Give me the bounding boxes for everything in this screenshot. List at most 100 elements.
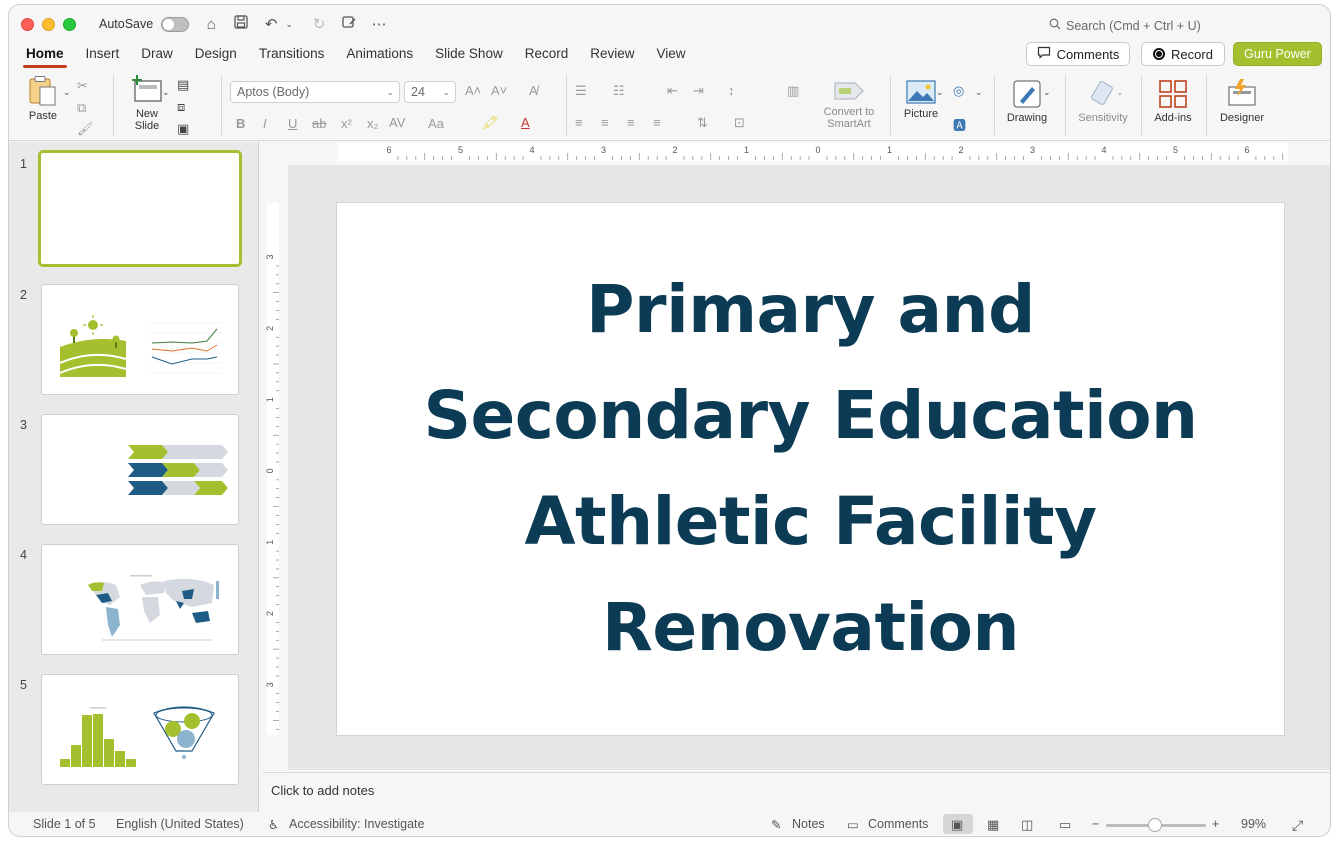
customize-toolbar-icon[interactable] [341,15,357,33]
tab-record[interactable]: Record [520,43,574,69]
layout-icon[interactable]: ▤ [177,77,189,93]
highlight-icon[interactable]: 🖍 [482,115,499,131]
guru-power-button[interactable]: Guru Power [1233,42,1322,66]
bullets-icon[interactable]: ☰ [575,83,587,99]
text-direction-icon[interactable]: ⇅ [697,115,708,131]
close-window-button[interactable] [21,17,34,31]
text-box-icon[interactable]: 🅰 [953,115,966,134]
tab-review[interactable]: Review [585,43,639,69]
undo-dropdown-icon[interactable]: ⌄ [281,19,297,30]
shapes-dropdown-icon[interactable]: ⌄ [975,87,983,98]
slide-thumbnail-1[interactable] [38,150,242,267]
notes-pane[interactable]: Click to add notes [263,772,1330,812]
slide-show-icon[interactable]: ▭ [1059,817,1071,833]
save-icon[interactable] [233,15,249,33]
redo-icon[interactable]: ↻ [311,15,327,33]
superscript-icon[interactable]: x² [341,116,352,131]
slide-title[interactable]: Primary and Secondary Education Athletic… [371,257,1251,681]
align-text-icon[interactable]: ⊡ [734,115,745,131]
sensitivity-dropdown-icon[interactable]: ⌄ [1116,87,1124,98]
align-left-icon[interactable]: ≡ [575,115,583,130]
clear-formatting-icon[interactable]: A̸ [529,83,538,98]
paste-button[interactable]: Paste [23,75,63,122]
tab-animations[interactable]: Animations [341,43,418,69]
slide-thumbnail-3[interactable] [41,414,239,525]
picture-dropdown-icon[interactable]: ⌄ [936,87,944,98]
tab-insert[interactable]: Insert [81,43,125,69]
home-icon[interactable]: ⌂ [203,16,219,33]
tab-slide-show[interactable]: Slide Show [430,43,508,69]
accessibility-status[interactable]: Accessibility: Investigate [289,817,424,831]
slide-counter: Slide 1 of 5 [33,817,96,831]
more-icon[interactable]: ⋯ [371,15,387,33]
comments-toggle[interactable]: Comments [868,817,928,831]
new-slide-button[interactable]: New Slide [125,75,169,132]
zoom-slider-thumb[interactable] [1148,818,1162,832]
new-slide-icon [132,75,162,102]
font-size-select[interactable]: 24 ⌄ [404,81,456,103]
notes-toggle[interactable]: Notes [792,817,825,831]
record-button[interactable]: Record [1141,42,1225,66]
zoom-window-button[interactable] [63,17,76,31]
reading-view-icon[interactable]: ◫ [1021,817,1033,833]
copy-icon[interactable]: ⧉ [77,100,86,116]
slide-sorter-icon[interactable]: ▦ [987,817,999,833]
increase-font-size-icon[interactable]: A˄ [465,83,481,98]
font-color-icon[interactable]: A [521,115,530,130]
paste-dropdown-icon[interactable]: ⌄ [63,87,71,98]
current-slide[interactable]: Primary and Secondary Education Athletic… [337,203,1284,735]
slide-thumbnail-4[interactable] [41,544,239,655]
tab-design[interactable]: Design [190,43,242,69]
numbering-icon[interactable]: ☷ [613,83,625,99]
columns-icon[interactable]: ▥ [787,83,799,99]
accessibility-icon[interactable]: ♿ [268,817,279,832]
line-spacing-icon[interactable]: ↕ [728,83,735,98]
autosave-toggle[interactable] [161,16,190,32]
italic-icon[interactable]: I [263,116,267,131]
decrease-font-size-icon[interactable]: A˅ [491,83,507,98]
drawing-dropdown-icon[interactable]: ⌄ [1043,87,1051,98]
language-indicator[interactable]: English (United States) [116,817,244,831]
subscript-icon[interactable]: x₂ [367,116,379,131]
undo-icon[interactable]: ↶ [263,15,279,33]
add-ins-button[interactable]: Add-ins [1151,79,1195,124]
minimize-window-button[interactable] [42,17,55,31]
fit-to-window-icon[interactable]: ⤢ [1292,817,1303,834]
zoom-level[interactable]: 99% [1241,817,1266,831]
tab-view[interactable]: View [652,43,691,69]
drawing-button[interactable]: Drawing [1005,79,1049,124]
shapes-icon[interactable]: ◎ [953,83,964,99]
new-slide-dropdown-icon[interactable]: ⌄ [162,87,170,98]
increase-indent-icon[interactable]: ⇥ [693,83,704,99]
designer-button[interactable]: Designer [1216,79,1268,124]
picture-button[interactable]: Picture [899,79,943,120]
justify-icon[interactable]: ≡ [653,115,661,130]
character-spacing-icon[interactable]: AV [389,115,405,130]
convert-smartart-button[interactable]: Convert to SmartArt [815,79,883,130]
notes-icon[interactable]: ✎ [771,817,781,832]
tab-draw[interactable]: Draw [136,43,178,69]
section-icon[interactable]: ▣ [177,121,189,137]
sensitivity-button[interactable]: Sensitivity [1075,79,1131,124]
cut-icon[interactable]: ✂ [77,78,88,94]
underline-icon[interactable]: U [288,116,297,131]
align-center-icon[interactable]: ≡ [601,115,609,130]
reset-icon[interactable]: ⧈ [177,99,185,115]
decrease-indent-icon[interactable]: ⇤ [667,83,678,99]
slide-thumbnail-2[interactable] [41,284,239,395]
zoom-out-icon[interactable]: − [1092,817,1099,831]
tab-home[interactable]: Home [21,43,69,69]
bold-icon[interactable]: B [236,116,245,131]
title-line-3: Athletic Facility [524,483,1097,560]
change-case-icon[interactable]: Aa [428,116,444,131]
format-painter-icon[interactable]: 🖌 [77,121,94,137]
align-right-icon[interactable]: ≡ [627,115,635,130]
font-name-select[interactable]: Aptos (Body) ⌄ [230,81,400,103]
tab-transitions[interactable]: Transitions [254,43,330,69]
slide-thumbnail-5[interactable] [41,674,239,785]
comments-button[interactable]: Comments [1026,42,1130,66]
strikethrough-icon[interactable]: ab [312,116,326,131]
comments-status-icon[interactable]: ▭ [847,817,859,832]
zoom-in-icon[interactable]: + [1212,817,1219,831]
search-box[interactable]: Search (Cmd + Ctrl + U) [1049,18,1201,33]
